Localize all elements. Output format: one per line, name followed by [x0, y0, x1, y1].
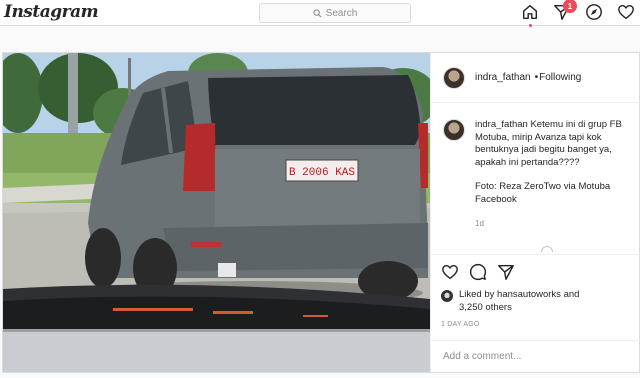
- add-comment-bar: [431, 340, 640, 372]
- author-avatar[interactable]: [443, 66, 465, 89]
- activity-heart-icon: [618, 4, 634, 20]
- nav-icons: 1: [520, 0, 636, 27]
- caption-age: 1d: [475, 219, 484, 228]
- car-photo-illustration: B 2006 KAS: [3, 53, 430, 372]
- top-navigation-bar: Instagram Search 1: [0, 0, 640, 27]
- home-active-dot: [529, 24, 532, 27]
- loading-spinner-icon: [541, 246, 553, 252]
- search-box[interactable]: Search: [259, 3, 411, 23]
- share-icon[interactable]: [497, 263, 515, 281]
- notification-badge: 1: [563, 0, 577, 13]
- like-heart-icon[interactable]: [441, 263, 459, 281]
- post-actions: Liked by hansautoworks and 3,250 others …: [431, 254, 640, 334]
- search-icon: [313, 8, 322, 17]
- caption-row: indra_fathan Ketemu ini di grup FB Motub…: [443, 119, 638, 231]
- action-icons: [441, 263, 640, 281]
- liker-username[interactable]: hansautoworks: [497, 289, 561, 300]
- activity-button[interactable]: [616, 2, 636, 22]
- likes-prefix: Liked by: [459, 289, 498, 300]
- home-button[interactable]: [520, 2, 540, 27]
- license-plate-text: B 2006 KAS: [289, 167, 355, 179]
- explore-icon: [586, 4, 602, 20]
- post-card: B 2006 KAS indra_fathan • Following indr…: [2, 52, 640, 373]
- caption-paragraph: indra_fathan Ketemu ini di grup FB Motub…: [475, 119, 638, 169]
- comment-icon[interactable]: [469, 263, 487, 281]
- caption-area: indra_fathan Ketemu ini di grup FB Motub…: [443, 119, 638, 231]
- direct-messages-button[interactable]: 1: [552, 0, 577, 22]
- post-header: indra_fathan • Following: [431, 53, 640, 103]
- instagram-logo[interactable]: Instagram: [4, 2, 99, 22]
- caption-credit: Foto: Reza ZeroTwo via Motuba Facebook: [475, 181, 611, 205]
- likes-text: Liked by hansautoworks and 3,250 others: [459, 289, 579, 314]
- author-username[interactable]: indra_fathan: [475, 72, 531, 83]
- add-comment-input[interactable]: [443, 351, 623, 362]
- likes-joiner: and: [560, 289, 580, 300]
- post-timestamp: 1 DAY AGO: [441, 321, 480, 328]
- likes-others[interactable]: 3,250 others: [459, 302, 512, 313]
- liker-avatar[interactable]: [441, 290, 453, 302]
- following-status[interactable]: Following: [539, 72, 581, 83]
- header-separator: •: [534, 72, 539, 83]
- explore-button[interactable]: [584, 2, 604, 22]
- post-side-panel: indra_fathan • Following indra_fathan Ke…: [430, 53, 640, 372]
- search-placeholder: Search: [325, 7, 358, 19]
- caption-username[interactable]: indra_fathan: [475, 119, 528, 130]
- likes-row: Liked by hansautoworks and 3,250 others: [441, 289, 640, 314]
- post-photo[interactable]: B 2006 KAS: [3, 53, 430, 372]
- caption-avatar[interactable]: [443, 119, 465, 141]
- caption-text: indra_fathan Ketemu ini di grup FB Motub…: [475, 119, 638, 231]
- home-icon: [522, 4, 538, 20]
